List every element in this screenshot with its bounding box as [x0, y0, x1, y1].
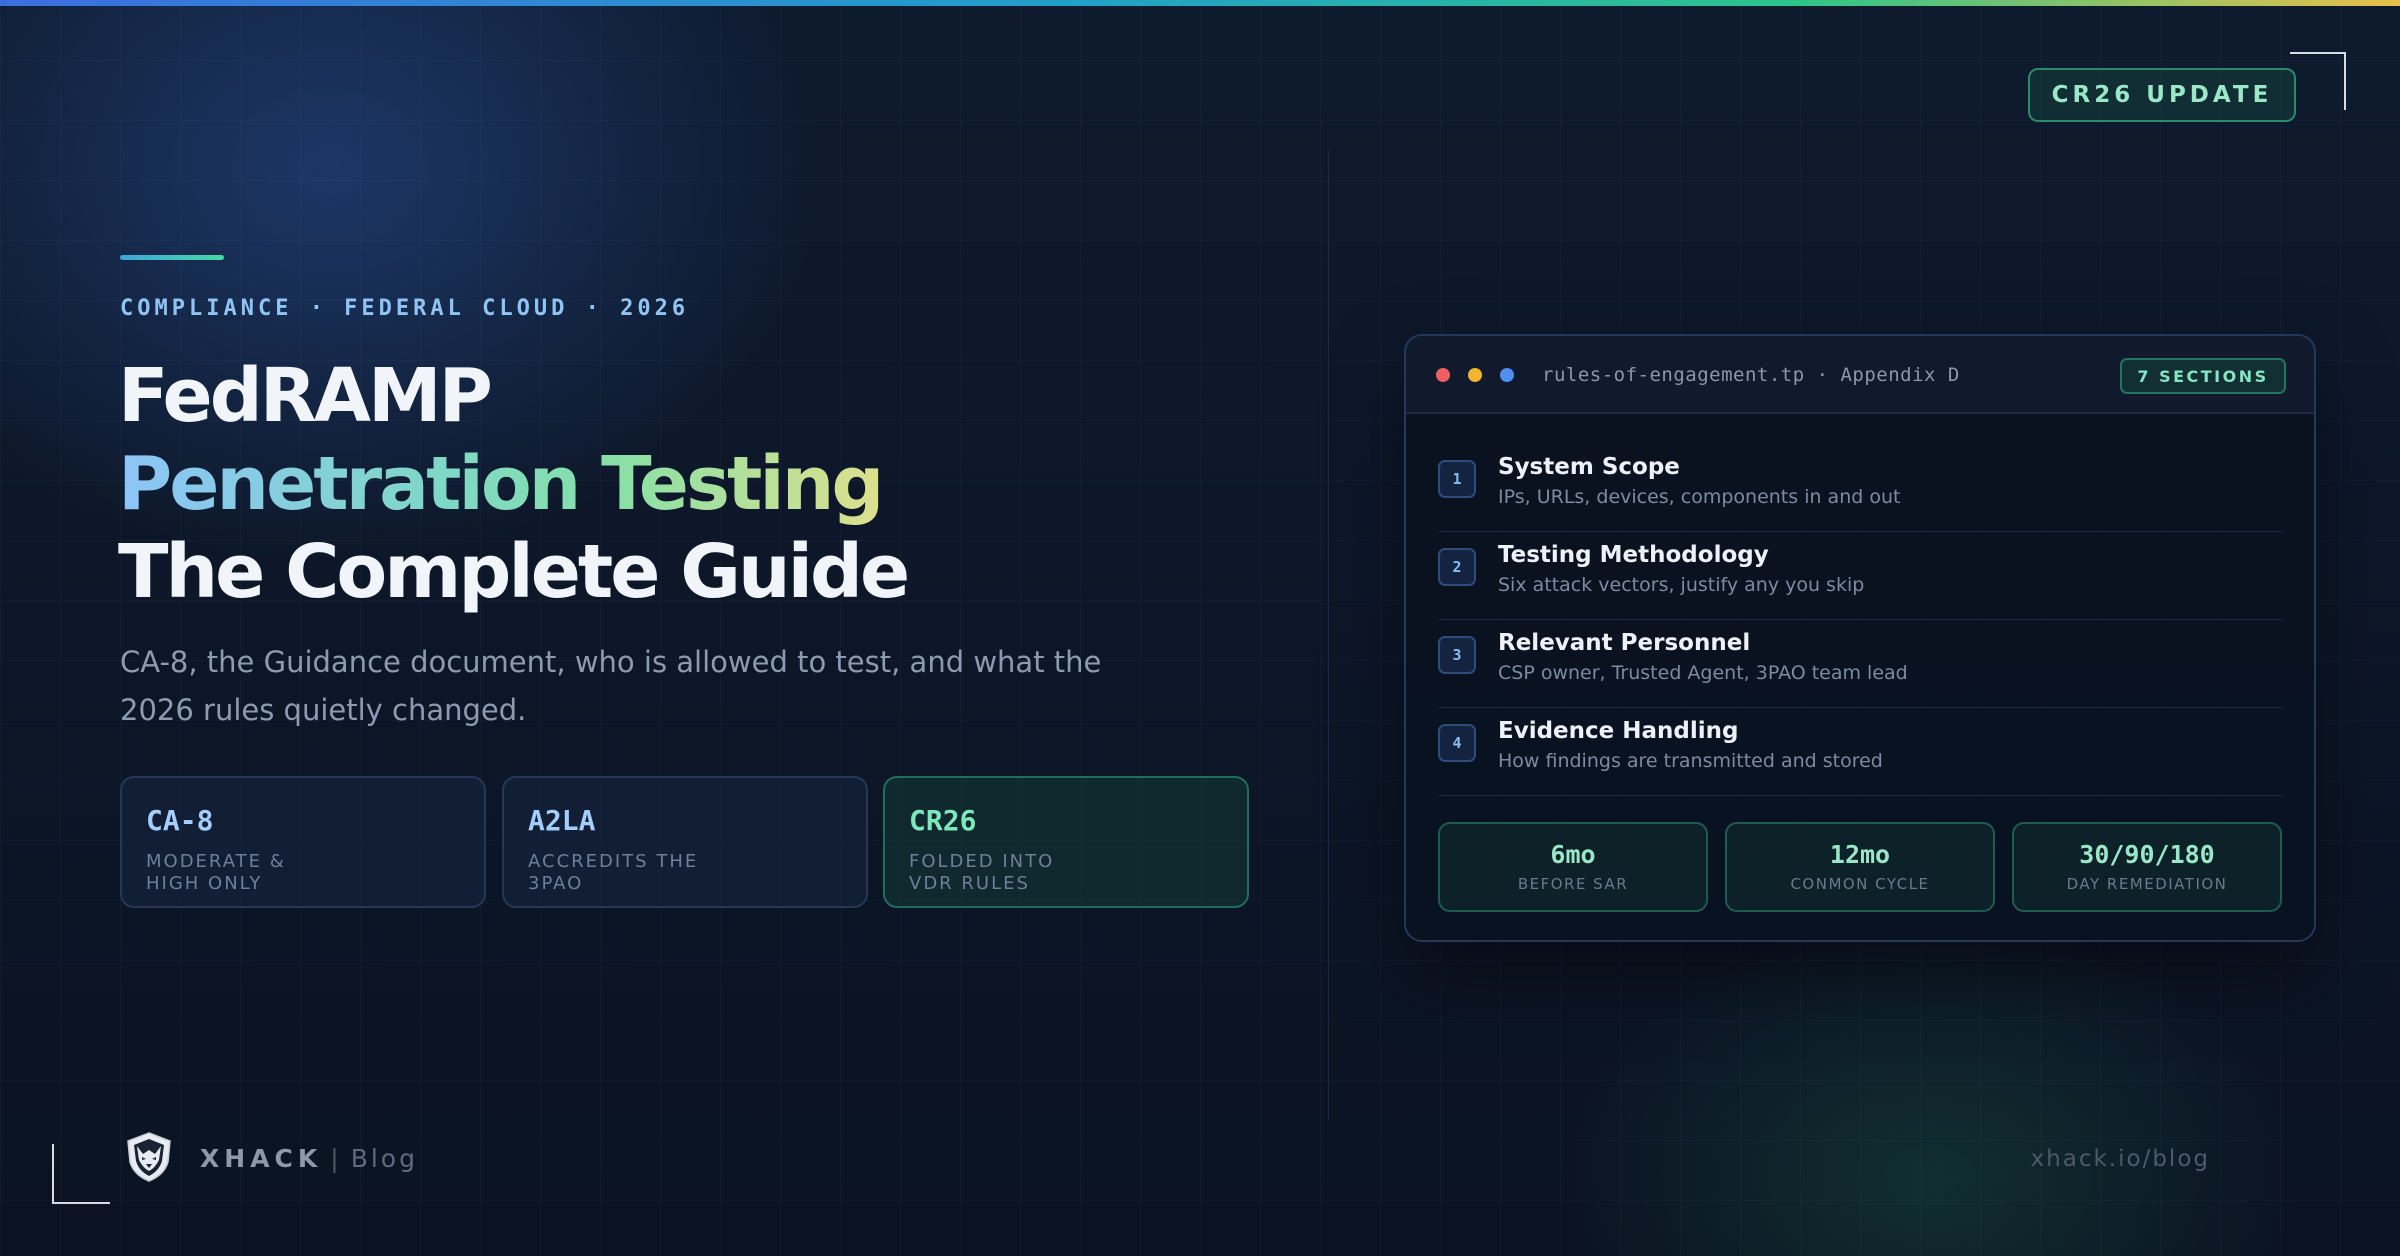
list-item: 2 Testing Methodology Six attack vectors…	[1438, 532, 2284, 620]
brand: XHACK | Blog	[200, 1144, 418, 1173]
list-item: 1 System Scope IPs, URLs, devices, compo…	[1438, 444, 2284, 532]
brand-name: XHACK	[200, 1144, 323, 1173]
metric-value: 30/90/180	[2079, 840, 2215, 869]
stat-card-title: A2LA	[528, 804, 596, 837]
stat-card-subtitle: MODERATE & HIGH ONLY	[146, 851, 286, 894]
item-title: Evidence Handling	[1498, 718, 1739, 744]
metric-value: 12mo	[1829, 840, 1891, 869]
item-number-badge: 3	[1438, 636, 1476, 674]
metric-day-remediation: 30/90/180 DAY REMEDIATION	[2012, 822, 2282, 912]
stat-card-a2la: A2LA ACCREDITS THE 3PAO	[502, 776, 868, 908]
stat-card-title: CR26	[909, 804, 977, 837]
terminal-header: rules-of-engagement.tp · Appendix D 7 SE…	[1406, 336, 2314, 414]
item-title: System Scope	[1498, 454, 1680, 480]
window-maximize-dot-icon	[1500, 368, 1514, 382]
terminal-filename: rules-of-engagement.tp · Appendix D	[1542, 364, 1960, 386]
update-badge: CR26 UPDATE	[2028, 68, 2296, 122]
page-title: FedRAMP Penetration Testing The Complete…	[118, 352, 910, 616]
top-gradient-bar	[0, 0, 2400, 6]
metric-label: DAY REMEDIATION	[2066, 875, 2228, 893]
title-line-3: The Complete Guide	[118, 529, 910, 615]
terminal-window: rules-of-engagement.tp · Appendix D 7 SE…	[1404, 334, 2316, 942]
stat-card-cr26: CR26 FOLDED INTO VDR RULES	[883, 776, 1249, 908]
stat-card-title: CA-8	[146, 804, 214, 837]
list-item: 3 Relevant Personnel CSP owner, Trusted …	[1438, 620, 2284, 708]
corner-bracket-bottom-left	[52, 1144, 110, 1204]
subtitle: CA-8, the Guidance document, who is allo…	[120, 645, 1102, 727]
item-title: Testing Methodology	[1498, 542, 1769, 568]
item-number-badge: 1	[1438, 460, 1476, 498]
metric-label: BEFORE SAR	[1517, 875, 1629, 893]
metric-before-sar: 6mo BEFORE SAR	[1438, 822, 1708, 912]
title-line-2: Penetration Testing	[118, 440, 907, 528]
metric-conmon-cycle: 12mo CONMON CYCLE	[1725, 822, 1995, 912]
item-description: Six attack vectors, justify any you skip	[1498, 574, 1865, 596]
title-line-1: FedRAMP	[118, 353, 493, 439]
item-description: IPs, URLs, devices, components in and ou…	[1498, 486, 1901, 508]
metric-value: 6mo	[1550, 840, 1596, 869]
stat-card-ca8: CA-8 MODERATE & HIGH ONLY	[120, 776, 486, 908]
brand-section: Blog	[350, 1144, 418, 1173]
footer-url: xhack.io/blog	[2030, 1146, 2210, 1172]
item-description: CSP owner, Trusted Agent, 3PAO team lead	[1498, 662, 1908, 684]
window-close-dot-icon	[1436, 368, 1450, 382]
item-number-badge: 4	[1438, 724, 1476, 762]
stat-card-subtitle: FOLDED INTO VDR RULES	[909, 851, 1055, 894]
sections-badge: 7 SECTIONS	[2120, 358, 2286, 394]
item-number-badge: 2	[1438, 548, 1476, 586]
window-minimize-dot-icon	[1468, 368, 1482, 382]
item-title: Relevant Personnel	[1498, 630, 1751, 656]
metric-label: CONMON CYCLE	[1790, 875, 1930, 893]
stat-card-subtitle: ACCREDITS THE 3PAO	[528, 851, 699, 894]
eyebrow-label: COMPLIANCE · FEDERAL CLOUD · 2026	[120, 296, 690, 321]
accent-line	[120, 255, 224, 260]
item-description: How findings are transmitted and stored	[1498, 750, 1883, 772]
corner-bracket-top-right	[2290, 52, 2346, 110]
list-item: 4 Evidence Handling How findings are tra…	[1438, 708, 2284, 796]
wolf-shield-icon	[122, 1130, 176, 1184]
brand-separator: |	[330, 1144, 339, 1173]
vertical-divider	[1328, 150, 1329, 1120]
